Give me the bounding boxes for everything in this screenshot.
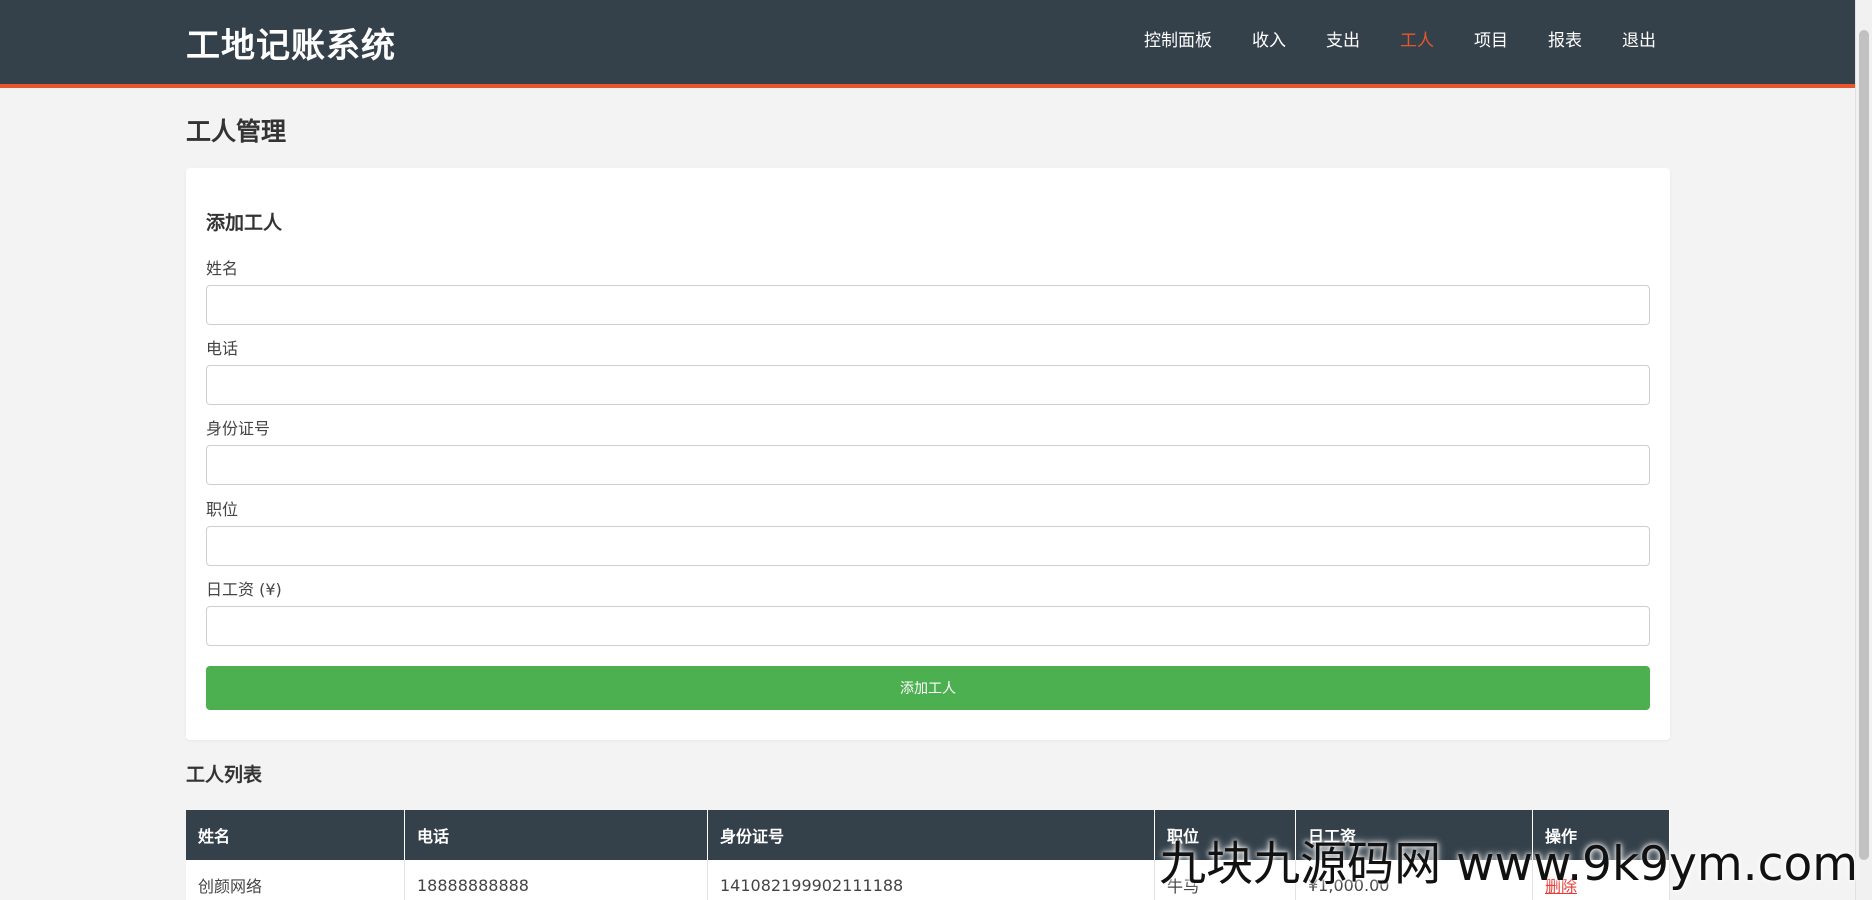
phone-input[interactable] (206, 365, 1650, 405)
daily-wage-label: 日工资 (¥) (206, 580, 282, 599)
page-root: 工地记账系统 控制面板 收入 支出 工人 项目 报表 退出 工人管理 添加工人 … (0, 0, 1872, 900)
phone-label: 电话 (206, 339, 239, 358)
worker-list-title: 工人列表 (186, 764, 263, 786)
name-field-group: 姓名 (206, 255, 1650, 325)
position-label: 职位 (206, 500, 239, 519)
nav-reports[interactable]: 报表 (1548, 26, 1582, 51)
nav-projects[interactable]: 项目 (1474, 26, 1508, 51)
daily-wage-input[interactable] (206, 606, 1650, 646)
id-number-field-group: 身份证号 (206, 415, 1650, 485)
main-nav: 控制面板 收入 支出 工人 项目 报表 退出 (1104, 26, 1656, 51)
phone-field-group: 电话 (206, 335, 1650, 405)
nav-income[interactable]: 收入 (1252, 26, 1286, 51)
position-field-group: 职位 (206, 496, 1650, 566)
nav-workers[interactable]: 工人 (1400, 26, 1434, 51)
name-input[interactable] (206, 285, 1650, 325)
scrollbar-thumb[interactable] (1859, 30, 1869, 860)
cell-phone: 18888888888 (404, 860, 708, 900)
add-worker-title: 添加工人 (206, 212, 283, 234)
col-name-header: 姓名 (186, 810, 405, 860)
col-id-number-header: 身份证号 (707, 810, 1155, 860)
name-label: 姓名 (206, 259, 239, 278)
cell-id-number: 141082199902111188 (707, 860, 1155, 900)
brand-title[interactable]: 工地记账系统 (186, 18, 396, 67)
id-number-input[interactable] (206, 445, 1650, 485)
cell-name: 创颜网络 (186, 860, 405, 900)
add-worker-button[interactable]: 添加工人 (206, 666, 1650, 710)
page-title: 工人管理 (186, 117, 287, 146)
top-navbar: 工地记账系统 控制面板 收入 支出 工人 项目 报表 退出 (0, 0, 1856, 88)
watermark-text: 九块九源码网 www.9k9ym.com (1159, 837, 1858, 892)
nav-logout[interactable]: 退出 (1622, 26, 1656, 51)
vertical-scrollbar[interactable] (1855, 0, 1872, 900)
col-phone-header: 电话 (404, 810, 708, 860)
nav-expense[interactable]: 支出 (1326, 26, 1360, 51)
id-number-label: 身份证号 (206, 419, 271, 438)
daily-wage-field-group: 日工资 (¥) (206, 576, 1650, 646)
nav-dashboard[interactable]: 控制面板 (1144, 26, 1212, 51)
position-input[interactable] (206, 526, 1650, 566)
